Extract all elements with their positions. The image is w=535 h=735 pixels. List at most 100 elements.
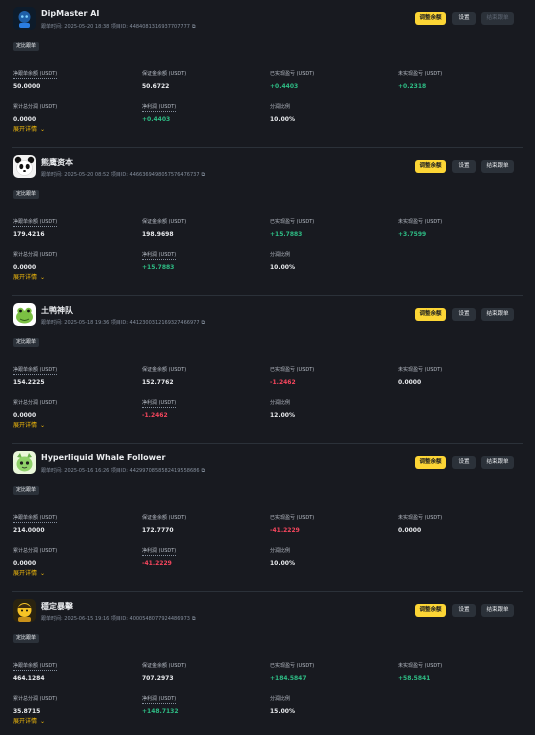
adjust-margin-button[interactable]: 调整余额: [415, 456, 446, 469]
profit-share-value: 0.0000: [13, 412, 37, 419]
net-profit-value: +15.7883: [142, 264, 175, 271]
copy-mode-tag: 定比跟单: [13, 190, 40, 199]
settings-button[interactable]: 设置: [452, 160, 476, 173]
copy-meta: 跟单时间: 2025-05-18 19:36 项目ID: 44123003121…: [41, 319, 205, 326]
margin-balance-value: 50.6722: [142, 83, 170, 90]
margin-balance-value: 198.9698: [142, 231, 174, 238]
trader-name[interactable]: 土鸭神队: [41, 305, 73, 316]
adjust-margin-button[interactable]: 调整余额: [415, 308, 446, 321]
net-transfer-cell: 净跟单余额 (USDT) 464.1284: [13, 652, 58, 682]
profit-share-value: 0.0000: [13, 116, 37, 123]
adjust-margin-button[interactable]: 调整余额: [415, 604, 446, 617]
net-profit-value: +0.4403: [142, 116, 171, 123]
net-profit-cell: 净利润 (USDT) +15.7883: [142, 241, 177, 271]
copy-icon[interactable]: ⧉: [202, 172, 206, 178]
realized-pnl-value: -1.2462: [270, 379, 296, 386]
realized-pnl-cell: 已实现盈亏 (USDT) +184.5847: [270, 652, 314, 682]
margin-balance-cell: 保证金余额 (USDT) 707.2973: [142, 652, 186, 682]
share-ratio-cell: 分润比例 15.00%: [270, 685, 295, 715]
copy-icon[interactable]: ⧉: [192, 616, 196, 622]
net-transfer-label[interactable]: 净跟单余额 (USDT): [13, 71, 58, 79]
expand-label: 展开详情: [13, 126, 38, 133]
unrealized-pnl-value: +0.2318: [398, 83, 427, 90]
net-transfer-cell: 净跟单余额 (USDT) 154.2225: [13, 356, 58, 386]
expand-details-link[interactable]: 展开详情 ⌄: [13, 716, 45, 725]
profit-share-cell: 累计总分润 (USDT) 0.0000: [13, 241, 57, 271]
close-copy-button[interactable]: 结束跟单: [481, 456, 514, 469]
settings-button[interactable]: 设置: [452, 604, 476, 617]
copy-meta: 跟单时间: 2025-06-15 19:16 项目ID: 40005480779…: [41, 615, 196, 622]
realized-pnl-cell: 已实现盈亏 (USDT) +0.4403: [270, 60, 314, 90]
net-transfer-value: 214.0000: [13, 527, 45, 534]
trader-name[interactable]: DipMaster AI: [41, 9, 99, 18]
net-transfer-label[interactable]: 净跟单余额 (USDT): [13, 515, 58, 523]
share-ratio-cell: 分润比例 10.00%: [270, 93, 295, 123]
margin-balance-value: 707.2973: [142, 675, 174, 682]
profit-share-value: 0.0000: [13, 264, 37, 271]
unrealized-pnl-label: 未实现盈亏 (USDT): [398, 219, 443, 225]
realized-pnl-label: 已实现盈亏 (USDT): [270, 71, 315, 77]
avatar[interactable]: [13, 303, 36, 326]
expand-details-link[interactable]: 展开详情 ⌄: [13, 272, 45, 281]
copy-icon[interactable]: ⧉: [202, 468, 206, 474]
net-transfer-value: 464.1284: [13, 675, 45, 682]
share-ratio-cell: 分润比例 10.00%: [270, 537, 295, 567]
profit-share-label: 累计总分润 (USDT): [13, 252, 58, 258]
share-ratio-cell: 分润比例 12.00%: [270, 389, 295, 419]
copy-trade-card: 穩定暴擊 跟单时间: 2025-06-15 19:16 项目ID: 400054…: [0, 592, 535, 735]
share-ratio-label: 分润比例: [270, 104, 291, 110]
adjust-margin-button[interactable]: 调整余额: [415, 12, 446, 25]
net-profit-label[interactable]: 净利润 (USDT): [142, 400, 177, 408]
share-ratio-cell: 分润比例 10.00%: [270, 241, 295, 271]
net-profit-label[interactable]: 净利润 (USDT): [142, 252, 177, 260]
realized-pnl-label: 已实现盈亏 (USDT): [270, 663, 315, 669]
avatar[interactable]: [13, 7, 36, 30]
expand-details-link[interactable]: 展开详情 ⌄: [13, 568, 45, 577]
settings-button[interactable]: 设置: [452, 12, 476, 25]
unrealized-pnl-cell: 未实现盈亏 (USDT) +3.7599: [398, 208, 442, 238]
avatar[interactable]: [13, 599, 36, 622]
share-ratio-value: 12.00%: [270, 412, 295, 419]
chevron-down-icon: ⌄: [40, 718, 46, 725]
share-ratio-label: 分润比例: [270, 400, 291, 406]
margin-balance-cell: 保证金余额 (USDT) 172.7770: [142, 504, 186, 534]
expand-details-link[interactable]: 展开详情 ⌄: [13, 420, 45, 429]
copy-icon[interactable]: ⧉: [192, 24, 196, 30]
settings-button[interactable]: 设置: [452, 308, 476, 321]
expand-label: 展开详情: [13, 718, 38, 725]
net-transfer-cell: 净跟单余额 (USDT) 50.0000: [13, 60, 58, 90]
unrealized-pnl-cell: 未实现盈亏 (USDT) 0.0000: [398, 504, 442, 534]
net-transfer-label[interactable]: 净跟单余额 (USDT): [13, 367, 58, 375]
trader-name[interactable]: 穩定暴擊: [41, 601, 73, 612]
close-copy-button[interactable]: 结束跟单: [481, 12, 514, 25]
share-ratio-value: 15.00%: [270, 708, 295, 715]
net-profit-value: -1.2462: [142, 412, 168, 419]
adjust-margin-button[interactable]: 调整余额: [415, 160, 446, 173]
trader-name[interactable]: 熊鹰资本: [41, 157, 73, 168]
avatar[interactable]: [13, 451, 36, 474]
copy-trade-card: Hyperliquid Whale Follower 跟单时间: 2025-05…: [0, 444, 535, 592]
copy-icon[interactable]: ⧉: [202, 320, 206, 326]
close-copy-button[interactable]: 结束跟单: [481, 308, 514, 321]
copy-trade-card: 土鸭神队 跟单时间: 2025-05-18 19:36 项目ID: 441230…: [0, 296, 535, 444]
trader-name[interactable]: Hyperliquid Whale Follower: [41, 453, 165, 462]
net-profit-label[interactable]: 净利润 (USDT): [142, 548, 177, 556]
net-profit-label[interactable]: 净利润 (USDT): [142, 696, 177, 704]
profit-share-cell: 累计总分润 (USDT) 0.0000: [13, 389, 57, 419]
close-copy-button[interactable]: 结束跟单: [481, 604, 514, 617]
copy-trade-card: 熊鹰资本 跟单时间: 2025-05-20 08:52 项目ID: 446636…: [0, 148, 535, 296]
margin-balance-cell: 保证金余额 (USDT) 152.7762: [142, 356, 186, 386]
net-transfer-label[interactable]: 净跟单余额 (USDT): [13, 663, 58, 671]
net-profit-cell: 净利润 (USDT) +148.7132: [142, 685, 179, 715]
expand-details-link[interactable]: 展开详情 ⌄: [13, 124, 45, 133]
avatar[interactable]: [13, 155, 36, 178]
profit-share-cell: 累计总分润 (USDT) 0.0000: [13, 537, 57, 567]
settings-button[interactable]: 设置: [452, 456, 476, 469]
profit-share-cell: 累计总分润 (USDT) 35.8715: [13, 685, 57, 715]
net-transfer-cell: 净跟单余额 (USDT) 179.4216: [13, 208, 58, 238]
expand-label: 展开详情: [13, 274, 38, 281]
close-copy-button[interactable]: 结束跟单: [481, 160, 514, 173]
net-profit-label[interactable]: 净利润 (USDT): [142, 104, 177, 112]
unrealized-pnl-cell: 未实现盈亏 (USDT) +0.2318: [398, 60, 442, 90]
net-transfer-label[interactable]: 净跟单余额 (USDT): [13, 219, 58, 227]
